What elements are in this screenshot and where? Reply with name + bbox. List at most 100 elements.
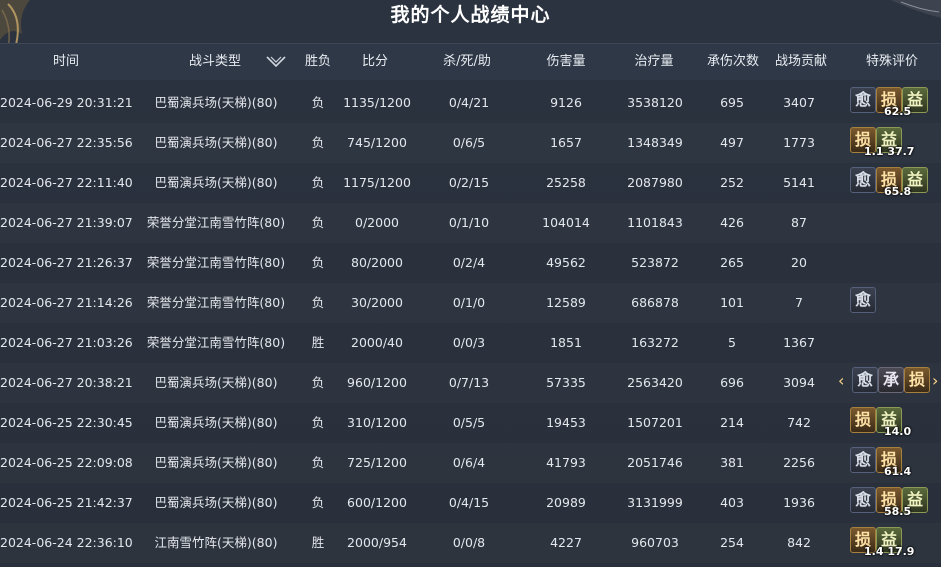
- header-score[interactable]: 比分: [350, 44, 400, 80]
- table-row[interactable]: 2024-06-24 22:36:10 江南雪竹阵(天梯)(80) 胜 2000/95…: [0, 523, 941, 563]
- heal-badge-icon[interactable]: 愈: [850, 87, 876, 113]
- evaluation-score: 58.5: [884, 505, 912, 518]
- evaluation-score: 61.4: [884, 465, 912, 478]
- cell-damage: 4227: [550, 535, 582, 550]
- cell-battle-type: 巴蜀演兵场(天梯)(80): [154, 375, 278, 390]
- evaluation-score: 1.1 37.7: [864, 145, 915, 158]
- cell-kda: 0/0/3: [452, 335, 486, 350]
- cell-time: 2024-06-24 22:36:10: [0, 535, 133, 550]
- cell-kda: 0/6/4: [452, 455, 486, 470]
- table-row[interactable]: 2024-06-27 22:11:40 巴蜀演兵场(天梯)(80) 负 1175/12…: [0, 163, 941, 203]
- cell-healing: 1507201: [627, 415, 683, 430]
- cell-battle-type: 巴蜀演兵场(天梯)(80): [154, 495, 278, 510]
- cell-score: 725/1200: [347, 455, 407, 470]
- cell-contribution: 5141: [783, 175, 815, 190]
- cell-score: 2000/954: [347, 535, 407, 550]
- cell-score: 960/1200: [347, 375, 407, 390]
- cell-score: 1135/1200: [343, 95, 411, 110]
- cell-damage: 1657: [550, 135, 582, 150]
- table-row[interactable]: 2024-06-27 21:14:26 荣誉分堂江南雪竹阵(80) 负 30/2000…: [0, 283, 941, 323]
- tank-badge-icon[interactable]: 承: [878, 367, 904, 393]
- cell-battle-type: 荣誉分堂江南雪竹阵(80): [146, 215, 286, 230]
- cell-time: 2024-06-27 21:14:26: [0, 295, 133, 310]
- header-battle-type[interactable]: 战斗类型: [180, 44, 250, 80]
- cell-battle-type: 荣誉分堂江南雪竹阵(80): [146, 295, 286, 310]
- table-row[interactable]: 2024-06-25 22:09:08 巴蜀演兵场(天梯)(80) 负 725/120…: [0, 443, 941, 483]
- cell-battle-type: 巴蜀演兵场(天梯)(80): [154, 415, 278, 430]
- cell-result: 负: [311, 135, 325, 150]
- evaluation-score: 65.8: [884, 185, 912, 198]
- cell-kda: 0/1/10: [448, 215, 490, 230]
- special-evaluation: [838, 323, 941, 363]
- cell-score: 745/1200: [347, 135, 407, 150]
- cell-healing: 960703: [631, 535, 679, 550]
- damage-badge-icon[interactable]: 损: [904, 367, 930, 393]
- cell-contribution: 20: [791, 255, 807, 270]
- table-row[interactable]: 2024-06-25 22:30:45 巴蜀演兵场(天梯)(80) 负 310/120…: [0, 403, 941, 443]
- header-hits-taken[interactable]: 承伤次数: [700, 44, 766, 80]
- cell-healing: 1348349: [627, 135, 683, 150]
- evaluation-score: 14.0: [884, 425, 912, 438]
- cell-damage: 9126: [550, 95, 582, 110]
- cell-damage: 57335: [546, 375, 586, 390]
- table-row[interactable]: 2024-06-27 21:26:37 荣誉分堂江南雪竹阵(80) 负 80/2000…: [0, 243, 941, 283]
- cell-damage: 104014: [542, 215, 590, 230]
- cell-hits-taken: 254: [720, 535, 744, 550]
- cell-damage: 12589: [546, 295, 586, 310]
- heal-badge-icon[interactable]: 愈: [850, 447, 876, 473]
- header-damage[interactable]: 伤害量: [536, 44, 596, 80]
- table-row[interactable]: 2024-06-29 20:31:21 巴蜀演兵场(天梯)(80) 负 1135/12…: [0, 83, 941, 123]
- special-evaluation: [838, 243, 941, 283]
- cell-contribution: 87: [791, 215, 807, 230]
- cell-score: 1175/1200: [343, 175, 411, 190]
- header-time[interactable]: 时间: [40, 44, 92, 80]
- cell-result: 负: [311, 175, 325, 190]
- damage-badge-icon[interactable]: 损: [850, 407, 876, 433]
- cell-hits-taken: 497: [720, 135, 744, 150]
- evaluation-score: 1.4 17.9: [864, 545, 915, 558]
- table-row[interactable]: 2024-06-27 22:35:56 巴蜀演兵场(天梯)(80) 负 745/120…: [0, 123, 941, 163]
- cell-healing: 2087980: [627, 175, 683, 190]
- table-row[interactable]: 2024-06-27 20:38:21 巴蜀演兵场(天梯)(80) 负 960/120…: [0, 363, 941, 403]
- cell-healing: 2563420: [627, 375, 683, 390]
- cell-score: 80/2000: [351, 255, 403, 270]
- cell-hits-taken: 696: [720, 375, 744, 390]
- heal-badge-icon[interactable]: 愈: [852, 367, 878, 393]
- cell-result: 负: [311, 415, 325, 430]
- cell-kda: 0/6/5: [452, 135, 486, 150]
- cell-kda: 0/2/15: [448, 175, 490, 190]
- header-kda[interactable]: 杀/死/助: [432, 44, 502, 80]
- page-title: 我的个人战绩中心: [390, 4, 551, 26]
- header-special[interactable]: 特殊评价: [856, 44, 928, 80]
- special-evaluation: 愈损益 58.5: [838, 483, 941, 523]
- chevron-down-icon[interactable]: [265, 55, 287, 69]
- heal-badge-icon[interactable]: 愈: [850, 487, 876, 513]
- table-row[interactable]: 2024-06-27 21:39:07 荣誉分堂江南雪竹阵(80) 负 0/2000 0…: [0, 203, 941, 243]
- chevron-left-icon[interactable]: ‹: [838, 371, 844, 390]
- cell-result: 胜: [311, 335, 325, 350]
- table-row[interactable]: 2024-06-25 21:42:37 巴蜀演兵场(天梯)(80) 负 600/120…: [0, 483, 941, 523]
- cell-time: 2024-06-25 21:42:37: [0, 495, 133, 510]
- cell-healing: 3131999: [627, 495, 683, 510]
- cell-contribution: 3407: [783, 95, 815, 110]
- cell-damage: 19453: [546, 415, 586, 430]
- cell-damage: 49562: [546, 255, 586, 270]
- heal-badge-icon[interactable]: 愈: [850, 287, 876, 313]
- cell-hits-taken: 403: [720, 495, 744, 510]
- table-row[interactable]: 2024-06-27 21:03:26 荣誉分堂江南雪竹阵(80) 胜 2000/40…: [0, 323, 941, 363]
- cell-score: 0/2000: [355, 215, 399, 230]
- cell-battle-type: 巴蜀演兵场(天梯)(80): [154, 455, 278, 470]
- chevron-right-icon[interactable]: ›: [932, 371, 938, 390]
- cell-contribution: 3094: [783, 375, 815, 390]
- header-healing[interactable]: 治疗量: [624, 44, 684, 80]
- cell-kda: 0/0/8: [452, 535, 486, 550]
- cell-result: 负: [311, 375, 325, 390]
- header-contribution[interactable]: 战场贡献: [768, 44, 834, 80]
- cell-healing: 523872: [631, 255, 679, 270]
- header-result[interactable]: 胜负: [298, 44, 338, 80]
- cell-time: 2024-06-27 21:26:37: [0, 255, 133, 270]
- special-evaluation: 愈损 61.4: [838, 443, 941, 483]
- heal-badge-icon[interactable]: 愈: [850, 167, 876, 193]
- table-header: 时间 战斗类型 胜负 比分 杀/死/助 伤害量 治疗量 承伤次数 战场贡献 特殊…: [0, 43, 941, 80]
- cell-healing: 2051746: [627, 455, 683, 470]
